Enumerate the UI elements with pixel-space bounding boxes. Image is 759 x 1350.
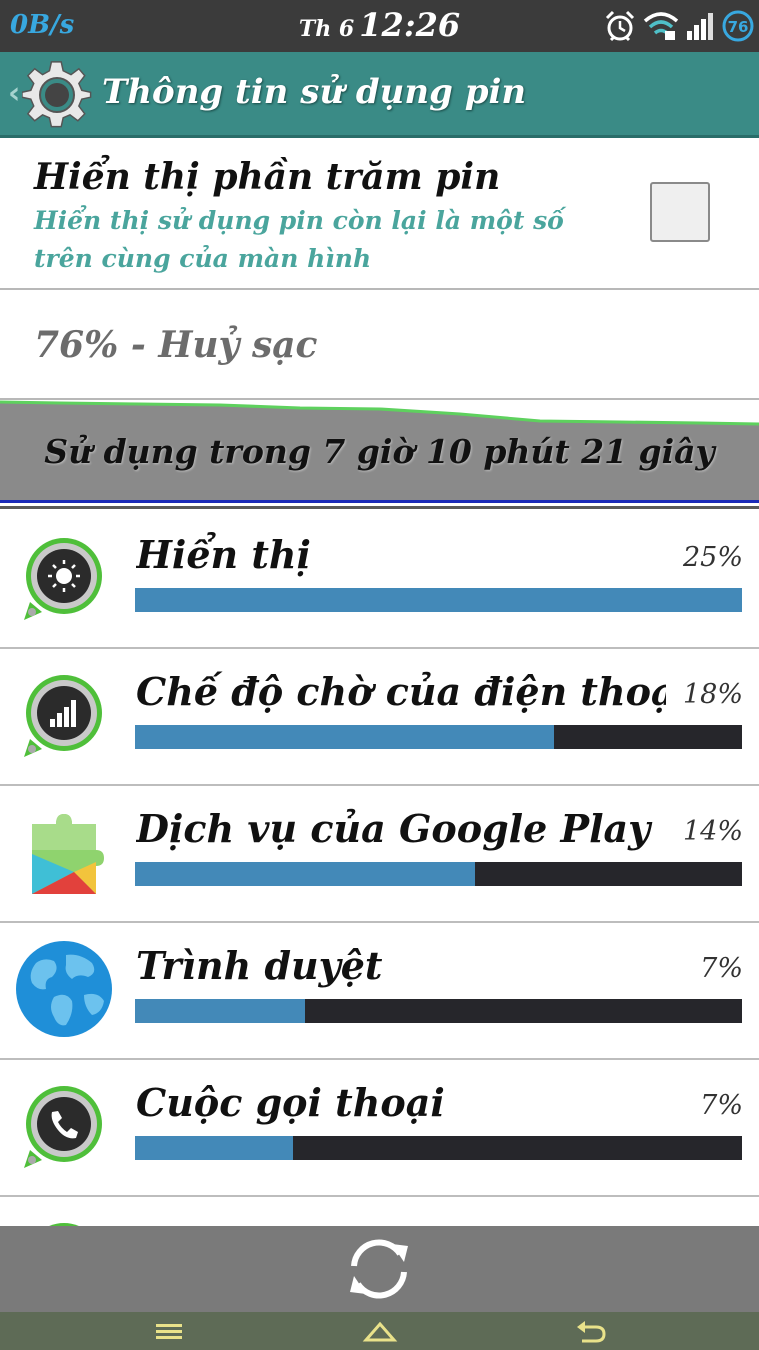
usage-bar-fill: [135, 999, 305, 1023]
usage-bar: [135, 999, 742, 1023]
usage-bar-fill: [135, 725, 554, 749]
home-icon[interactable]: [362, 1316, 398, 1350]
usage-bar-fill: [135, 588, 742, 612]
usage-bar: [135, 588, 742, 612]
battery-icon: 76: [721, 9, 755, 43]
usage-bar-fill: [135, 1136, 293, 1160]
battery-status-text: 76% - Huỷ sạc: [34, 324, 318, 366]
usage-item-name: Cuộc gọi thoại: [136, 1080, 445, 1125]
list-item[interactable]: Hiển thị 25%: [0, 512, 759, 649]
list-item[interactable]: Chế độ chờ của điện thoại di động 18%: [0, 649, 759, 786]
list-item[interactable]: Dịch vụ của Google Play 14%: [0, 786, 759, 923]
usage-bar: [135, 725, 742, 749]
status-bar: 0B/s Th 6 12:26 76: [0, 0, 759, 52]
menu-icon[interactable]: [154, 1316, 184, 1350]
wifi-icon: [643, 11, 679, 41]
battery-level: 76: [728, 18, 749, 36]
battery-percentage-checkbox[interactable]: [650, 182, 710, 242]
usage-item-name: Hiển thị: [136, 532, 311, 577]
clock-day: Th 6: [298, 16, 355, 42]
list-item[interactable]: Cuộc gọi thoại 7%: [0, 1060, 759, 1197]
usage-item-percent: 14%: [676, 816, 743, 847]
page-title: Thông tin sử dụng pin: [102, 72, 527, 112]
usage-item-name: Chế độ chờ của điện thoại di động: [136, 669, 666, 714]
usage-duration: Sử dụng trong 7 giờ 10 phút 21 giây: [44, 432, 715, 471]
action-bar: ‹ Thông tin sử dụng pin: [0, 52, 759, 138]
usage-item-name: Trình duyệt: [136, 943, 383, 988]
google-play-services-icon: [16, 810, 112, 904]
usage-bar: [135, 862, 742, 886]
usage-bar: [135, 1136, 742, 1160]
usage-item-percent: 25%: [676, 542, 743, 573]
refresh-icon[interactable]: [340, 1232, 418, 1310]
usage-item-name: Dịch vụ của Google Play: [136, 806, 651, 851]
list-item-partial[interactable]: [0, 1197, 759, 1226]
bottom-action-bar: [0, 1226, 759, 1312]
alarm-icon: [603, 9, 637, 43]
usage-item-percent: 7%: [694, 953, 743, 984]
battery-percentage-preference[interactable]: Hiển thị phần trăm pin Hiển thị sử dụng …: [0, 138, 759, 290]
status-icons: 76: [603, 8, 755, 44]
navigation-bar: [0, 1312, 759, 1350]
screen-brightness-icon: [16, 536, 112, 630]
preference-summary: Hiển thị sử dụng pin còn lại là một số t…: [34, 206, 564, 273]
usage-item-percent: 18%: [676, 679, 743, 710]
phone-call-icon: [16, 1084, 112, 1178]
browser-globe-icon: [16, 941, 114, 1043]
preference-title: Hiển thị phần trăm pin: [34, 156, 501, 198]
up-navigation-icon[interactable]: ‹: [8, 76, 20, 111]
battery-usage-list[interactable]: Hiển thị 25% Chế độ chờ của điện thoại d…: [0, 512, 759, 1226]
gear-icon[interactable]: [21, 60, 92, 134]
cell-standby-icon: [16, 673, 112, 767]
signal-icon: [685, 11, 715, 41]
list-item[interactable]: Trình duyệt 7%: [0, 923, 759, 1060]
usage-item-percent: 7%: [694, 1090, 743, 1121]
clock-time: 12:26: [359, 6, 461, 44]
usage-bar-fill: [135, 862, 475, 886]
back-icon[interactable]: [574, 1316, 608, 1350]
battery-status-row: 76% - Huỷ sạc: [0, 292, 759, 400]
